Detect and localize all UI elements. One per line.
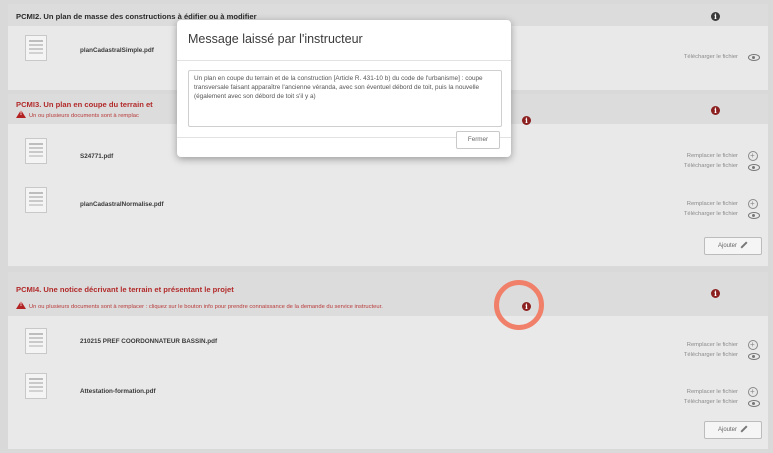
warning-triangle-icon [16,301,26,309]
plus-circle-icon[interactable] [748,339,758,351]
modal-divider [177,60,511,61]
section-pcmi4: PCMI4. Une notice décrivant le terrain e… [8,272,768,449]
info-circle-icon[interactable]: i [711,289,720,298]
warning-message: Un ou plusieurs documents sont à remplac… [16,301,383,310]
warning-message: Un ou plusieurs documents sont à remplac [16,110,139,119]
eye-icon[interactable] [748,212,760,219]
eye-icon[interactable] [748,353,760,360]
file-row: 210215 PREF COORDONNATEUR BASSIN.pdf Rem… [8,324,768,364]
download-file-link[interactable]: Télécharger le fichier [684,399,738,405]
file-thumbnail [25,187,47,213]
download-file-link[interactable]: Télécharger le fichier [684,163,738,169]
section-title: PCMI4. Une notice décrivant le terrain e… [16,285,234,294]
file-name: 210215 PREF COORDONNATEUR BASSIN.pdf [80,338,218,345]
file-name: planCadastralNormalise.pdf [80,201,164,208]
plus-circle-icon[interactable] [748,198,758,210]
eye-icon[interactable] [748,164,760,171]
add-button-label: Ajouter [717,427,737,433]
add-file-button[interactable]: Ajouter [704,237,762,255]
modal-message: Un plan en coupe du terrain et de la con… [188,70,502,127]
eye-icon[interactable] [748,400,760,407]
file-name: S24771.pdf [80,153,114,160]
download-file-link[interactable]: Télécharger le fichier [684,352,738,358]
warning-triangle-icon [16,110,26,118]
pencil-icon [740,425,748,433]
file-name: Attestation-formation.pdf [80,388,156,395]
replace-file-link[interactable]: Remplacer le fichier [687,389,738,395]
file-row: planCadastralNormalise.pdf Remplacer le … [8,179,768,219]
add-button-label: Ajouter [717,243,737,249]
download-file-link[interactable]: Télécharger le fichier [684,54,738,60]
file-thumbnail [25,328,47,354]
add-file-button[interactable]: Ajouter [704,421,762,439]
info-circle-icon[interactable]: i [711,106,720,115]
file-name: planCadastralSimple.pdf [80,47,154,54]
pencil-icon [740,241,748,249]
section-header: PCMI4. Une notice décrivant le terrain e… [8,272,768,316]
download-file-link[interactable]: Télécharger le fichier [684,211,738,217]
plus-circle-icon[interactable] [748,386,758,398]
highlight-circle [494,280,544,330]
modal-title: Message laissé par l'instructeur [188,32,363,46]
close-button[interactable]: Fermer [456,131,500,149]
eye-icon[interactable] [748,54,760,61]
file-thumbnail [25,35,47,61]
instructor-message-modal: Message laissé par l'instructeur Un plan… [177,20,511,157]
replace-file-link[interactable]: Remplacer le fichier [687,342,738,348]
replace-file-link[interactable]: Remplacer le fichier [687,201,738,207]
plus-circle-icon[interactable] [748,150,758,162]
info-circle-icon[interactable]: i [522,116,531,125]
info-circle-icon[interactable]: i [711,12,720,21]
file-thumbnail [25,138,47,164]
warning-text: Un ou plusieurs documents sont à remplac… [29,304,383,310]
file-row: Attestation-formation.pdf Remplacer le f… [8,369,768,409]
file-thumbnail [25,373,47,399]
section-title: PCMI3. Un plan en coupe du terrain et [16,100,153,109]
replace-file-link[interactable]: Remplacer le fichier [687,153,738,159]
warning-text: Un ou plusieurs documents sont à remplac [29,113,139,119]
